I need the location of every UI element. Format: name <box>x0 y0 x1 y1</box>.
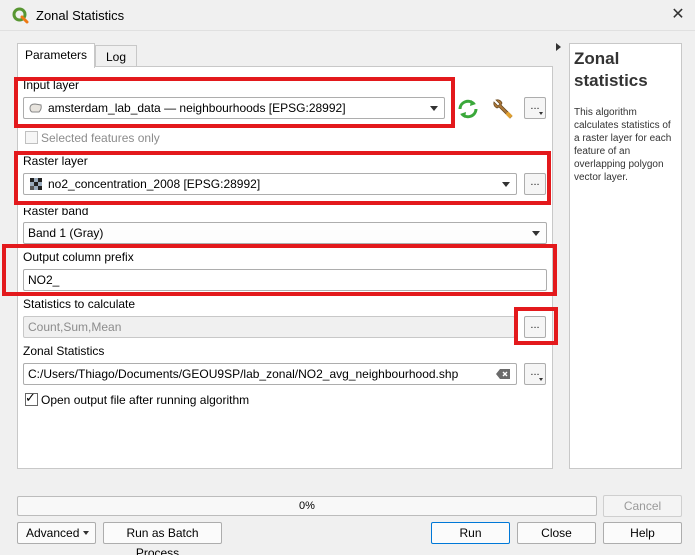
statistics-select-button[interactable]: ... <box>524 316 546 338</box>
iterate-icon[interactable] <box>456 97 480 121</box>
chevron-down-icon <box>430 106 438 111</box>
help-text: This algorithm calculates statistics of … <box>574 107 672 183</box>
tab-parameters[interactable]: Parameters <box>17 43 95 68</box>
raster-layer-icon <box>30 178 42 190</box>
advanced-button[interactable]: Advanced <box>17 522 96 544</box>
checkmark-icon: ✓ <box>25 390 36 405</box>
qgis-icon <box>12 7 29 24</box>
cancel-button[interactable]: Cancel <box>603 495 682 517</box>
output-prefix-label: Output column prefix <box>23 250 134 264</box>
raster-layer-browse-button[interactable]: ... <box>524 173 546 195</box>
zonal-statistics-dialog: Zonal Statistics ✕ Parameters Log Input … <box>0 0 695 555</box>
statistics-label: Statistics to calculate <box>23 297 136 311</box>
input-layer-label: Input layer <box>23 78 80 92</box>
close-button[interactable]: Close <box>517 522 596 544</box>
raster-layer-value: no2_concentration_2008 [EPSG:28992] <box>48 177 261 191</box>
help-button[interactable]: Help <box>603 522 682 544</box>
raster-layer-combo[interactable]: no2_concentration_2008 [EPSG:28992] <box>23 173 517 195</box>
selected-features-checkbox[interactable] <box>25 131 38 144</box>
run-button[interactable]: Run <box>431 522 510 544</box>
output-prefix-input[interactable]: NO2_ <box>23 269 547 291</box>
raster-layer-label: Raster layer <box>23 154 88 168</box>
run-batch-button[interactable]: Run as Batch Process... <box>103 522 222 555</box>
open-output-label: Open output file after running algorithm <box>41 393 250 407</box>
output-path-input[interactable]: C:/Users/Thiago/Documents/GEOU9SP/lab_zo… <box>23 363 517 385</box>
output-path-value: C:/Users/Thiago/Documents/GEOU9SP/lab_zo… <box>28 367 459 381</box>
window-title: Zonal Statistics <box>36 8 125 23</box>
raster-band-combo[interactable]: Band 1 (Gray) <box>23 222 547 244</box>
input-layer-options-button[interactable]: ... <box>524 97 546 119</box>
help-panel: Zonal statistics This algorithm calculat… <box>569 43 682 469</box>
output-label: Zonal Statistics <box>23 344 105 358</box>
chevron-down-icon <box>83 531 89 535</box>
polygon-layer-icon <box>29 103 42 113</box>
input-layer-value: amsterdam_lab_data — neighbourhoods [EPS… <box>48 101 346 115</box>
advanced-label: Advanced <box>26 526 80 540</box>
close-icon[interactable]: ✕ <box>667 5 689 25</box>
clear-icon[interactable] <box>496 369 510 379</box>
chevron-down-icon <box>502 182 510 187</box>
raster-band-value: Band 1 (Gray) <box>28 226 104 240</box>
progress-bar: 0% <box>17 496 597 516</box>
statistics-field: Count,Sum,Mean <box>23 316 515 338</box>
collapse-arrow-icon[interactable] <box>556 43 561 51</box>
chevron-down-icon <box>532 231 540 236</box>
open-output-checkbox[interactable]: ✓ <box>25 390 38 406</box>
output-browse-button[interactable]: ... <box>524 363 546 385</box>
input-layer-combo[interactable]: amsterdam_lab_data — neighbourhoods [EPS… <box>23 97 445 119</box>
parameters-panel <box>17 66 553 469</box>
wrench-icon[interactable] <box>490 96 516 122</box>
tab-log[interactable]: Log <box>95 45 137 67</box>
title-bar: Zonal Statistics ✕ <box>0 0 695 31</box>
selected-features-label: Selected features only <box>41 131 160 145</box>
help-title: Zonal statistics <box>574 49 648 90</box>
